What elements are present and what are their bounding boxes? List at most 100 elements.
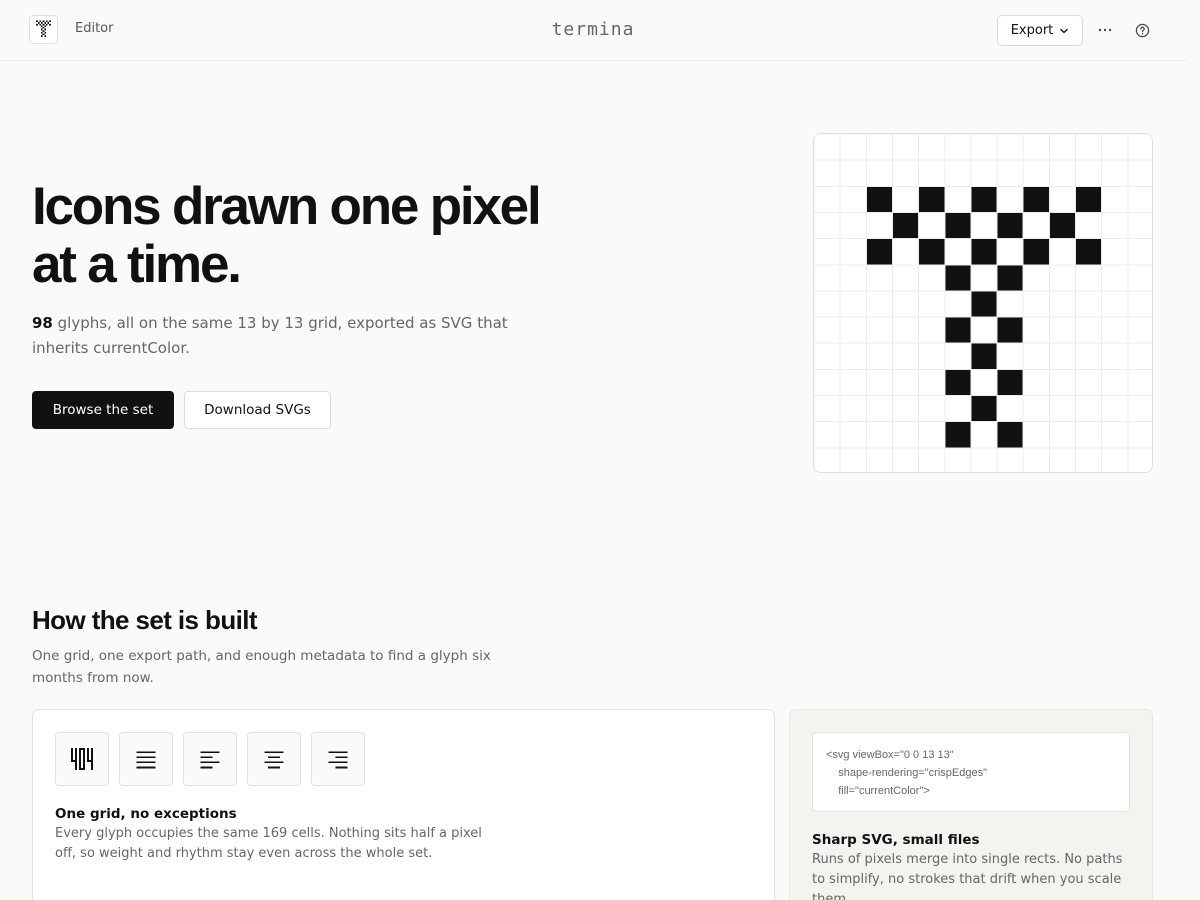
grid-cell-empty[interactable] [944, 159, 972, 187]
grid-cell-empty[interactable] [996, 342, 1024, 370]
grid-cell-filled[interactable] [865, 185, 893, 213]
grid-cell-filled[interactable] [996, 421, 1024, 449]
grid-cell-empty[interactable] [1022, 342, 1050, 370]
grid-cell-empty[interactable] [970, 316, 998, 344]
grid-cell-empty[interactable] [1075, 447, 1103, 473]
grid-cell-empty[interactable] [839, 159, 867, 187]
grid-cell-empty[interactable] [814, 159, 841, 187]
grid-cell-empty[interactable] [1101, 185, 1129, 213]
grid-cell-empty[interactable] [1048, 134, 1077, 161]
grid-cell-empty[interactable] [839, 134, 867, 161]
glyph-tile[interactable] [311, 732, 365, 786]
grid-cell-empty[interactable] [839, 447, 867, 473]
grid-cell-empty[interactable] [1075, 395, 1103, 423]
grid-cell-empty[interactable] [918, 159, 946, 187]
grid-cell-empty[interactable] [1101, 134, 1129, 161]
grid-cell-empty[interactable] [891, 238, 920, 266]
grid-cell-empty[interactable] [1022, 159, 1050, 187]
grid-cell-empty[interactable] [918, 421, 946, 449]
grid-cell-empty[interactable] [1127, 211, 1153, 240]
grid-cell-empty[interactable] [944, 134, 972, 161]
glyph-tile[interactable] [183, 732, 237, 786]
grid-cell-empty[interactable] [1101, 238, 1129, 266]
grid-cell-filled[interactable] [918, 238, 946, 266]
grid-cell-filled[interactable] [944, 368, 972, 397]
grid-cell-filled[interactable] [891, 211, 920, 240]
grid-cell-empty[interactable] [996, 134, 1024, 161]
grid-cell-empty[interactable] [814, 211, 841, 240]
grid-cell-empty[interactable] [891, 134, 920, 161]
grid-cell-empty[interactable] [1075, 290, 1103, 318]
grid-cell-empty[interactable] [1101, 211, 1129, 240]
grid-cell-filled[interactable] [996, 368, 1024, 397]
grid-cell-filled[interactable] [996, 211, 1024, 240]
grid-cell-empty[interactable] [1022, 368, 1050, 397]
grid-cell-empty[interactable] [1022, 211, 1050, 240]
grid-cell-empty[interactable] [839, 342, 867, 370]
grid-cell-filled[interactable] [970, 185, 998, 213]
download-svgs-button[interactable]: Download SVGs [184, 391, 331, 429]
grid-cell-empty[interactable] [839, 421, 867, 449]
grid-cell-filled[interactable] [944, 264, 972, 292]
grid-cell-empty[interactable] [839, 395, 867, 423]
grid-cell-empty[interactable] [865, 395, 893, 423]
grid-cell-empty[interactable] [918, 264, 946, 292]
grid-cell-empty[interactable] [891, 447, 920, 473]
grid-cell-empty[interactable] [891, 264, 920, 292]
grid-cell-filled[interactable] [944, 316, 972, 344]
grid-cell-empty[interactable] [1127, 159, 1153, 187]
grid-cell-empty[interactable] [865, 264, 893, 292]
grid-cell-empty[interactable] [1127, 316, 1153, 344]
grid-cell-empty[interactable] [1127, 290, 1153, 318]
glyph-tile[interactable] [119, 732, 173, 786]
grid-cell-empty[interactable] [814, 264, 841, 292]
grid-cell-empty[interactable] [918, 395, 946, 423]
grid-cell-empty[interactable] [891, 185, 920, 213]
grid-cell-empty[interactable] [1101, 368, 1129, 397]
grid-cell-empty[interactable] [1022, 447, 1050, 473]
grid-cell-empty[interactable] [1127, 134, 1153, 161]
grid-cell-empty[interactable] [1075, 211, 1103, 240]
grid-cell-empty[interactable] [839, 238, 867, 266]
grid-cell-empty[interactable] [996, 159, 1024, 187]
grid-cell-empty[interactable] [1022, 134, 1050, 161]
export-button[interactable]: Export [997, 15, 1083, 46]
grid-cell-empty[interactable] [1127, 447, 1153, 473]
grid-cell-empty[interactable] [996, 447, 1024, 473]
grid-cell-empty[interactable] [918, 316, 946, 344]
grid-cell-empty[interactable] [1127, 368, 1153, 397]
grid-cell-empty[interactable] [1022, 316, 1050, 344]
grid-cell-empty[interactable] [970, 134, 998, 161]
grid-cell-empty[interactable] [918, 368, 946, 397]
grid-cell-empty[interactable] [891, 421, 920, 449]
grid-cell-empty[interactable] [1022, 264, 1050, 292]
grid-cell-empty[interactable] [918, 447, 946, 473]
grid-cell-empty[interactable] [814, 134, 841, 161]
grid-cell-empty[interactable] [1075, 316, 1103, 344]
grid-cell-empty[interactable] [865, 421, 893, 449]
grid-cell-empty[interactable] [1101, 421, 1129, 449]
grid-cell-empty[interactable] [839, 211, 867, 240]
grid-cell-filled[interactable] [944, 421, 972, 449]
grid-cell-empty[interactable] [918, 290, 946, 318]
grid-cell-empty[interactable] [865, 159, 893, 187]
grid-cell-empty[interactable] [996, 238, 1024, 266]
grid-cell-empty[interactable] [944, 290, 972, 318]
grid-cell-empty[interactable] [1075, 159, 1103, 187]
grid-cell-empty[interactable] [1127, 421, 1153, 449]
grid-cell-empty[interactable] [1048, 238, 1077, 266]
grid-cell-empty[interactable] [944, 342, 972, 370]
grid-cell-empty[interactable] [1127, 185, 1153, 213]
grid-cell-filled[interactable] [970, 342, 998, 370]
grid-cell-empty[interactable] [891, 316, 920, 344]
grid-cell-empty[interactable] [1075, 421, 1103, 449]
grid-cell-empty[interactable] [1048, 368, 1077, 397]
grid-cell-empty[interactable] [1101, 342, 1129, 370]
grid-cell-empty[interactable] [1101, 264, 1129, 292]
grid-cell-empty[interactable] [1127, 238, 1153, 266]
grid-cell-empty[interactable] [1127, 395, 1153, 423]
grid-cell-filled[interactable] [970, 290, 998, 318]
grid-cell-empty[interactable] [865, 316, 893, 344]
grid-cell-empty[interactable] [1048, 159, 1077, 187]
grid-cell-empty[interactable] [918, 342, 946, 370]
